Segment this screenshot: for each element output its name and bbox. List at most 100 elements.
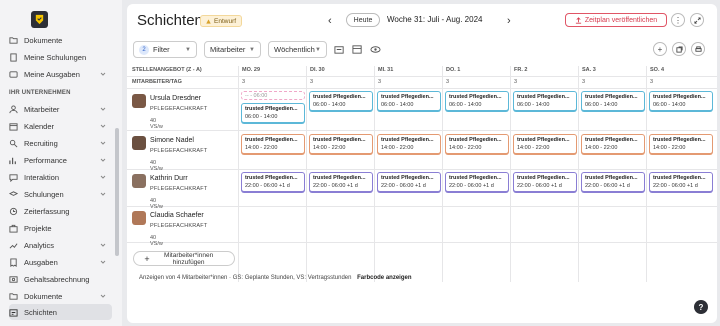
period-select[interactable]: Wöchentlich ▼ (268, 41, 327, 58)
chevron-left-icon[interactable]: ‹ (328, 15, 332, 27)
printer-icon (694, 45, 702, 52)
person-search-icon (9, 139, 18, 148)
today-button[interactable]: Heute (346, 13, 380, 27)
copy-week-icon[interactable] (334, 44, 345, 55)
question-icon: ? (698, 302, 704, 312)
filter-button[interactable]: 2 Filter ▼ (133, 41, 197, 58)
shift-title: trusted Pflegedien... (517, 94, 570, 100)
shift-card[interactable]: trusted Pflegedien... 22:00 - 06:00 +1 d (649, 172, 713, 192)
chevron-down-icon (100, 243, 106, 247)
sidebar-item-label: Dokumente (24, 35, 63, 45)
shift-card[interactable]: trusted Pflegedien... 06:00 - 14:00 (309, 91, 373, 111)
folder-icon (9, 292, 18, 301)
shift-card[interactable]: trusted Pflegedien... 14:00 - 22:00 (581, 134, 645, 154)
plus-icon: + (657, 44, 663, 54)
group-by-select[interactable]: Mitarbeiter ▼ (204, 41, 261, 58)
open-shift-placeholder[interactable]: -- - 06:00 (241, 91, 305, 100)
chevron-down-icon (100, 141, 106, 145)
sidebar-item-dokumente-personal[interactable]: Dokumente (9, 32, 112, 48)
sidebar-item-projekte[interactable]: Projekte (9, 220, 112, 236)
sidebar-item-meine-schulungen[interactable]: Meine Schulungen (9, 49, 112, 65)
chevron-down-icon (100, 72, 106, 76)
more-options-button[interactable]: ⋮ (671, 13, 685, 27)
sidebar-item-label: Dokumente (24, 291, 63, 301)
shift-time: 06:00 - 14:00 (313, 102, 346, 108)
add-shift-button[interactable]: + (653, 42, 667, 56)
sidebar-item-schulungen[interactable]: Schulungen (9, 186, 112, 202)
shift-card[interactable]: trusted Pflegedien... 22:00 - 06:00 +1 d (377, 172, 441, 192)
publish-label: Zeitplan veröffentlichen (584, 16, 658, 24)
shift-card[interactable]: trusted Pflegedien... 22:00 - 06:00 +1 d (445, 172, 509, 192)
sidebar-item-mitarbeiter[interactable]: Mitarbeiter (9, 101, 112, 117)
shift-card[interactable]: trusted Pflegedien... 14:00 - 22:00 (309, 134, 373, 154)
calendar-icon (9, 122, 18, 131)
app-logo[interactable] (31, 11, 48, 28)
sidebar-item-interaktion[interactable]: Interaktion (9, 169, 112, 185)
sidebar-item-analytics[interactable]: Analytics (9, 237, 112, 253)
chevron-down-icon: ▼ (249, 47, 255, 53)
app: Dokumente Meine Schulungen Meine Ausgabe… (0, 0, 720, 326)
shift-card[interactable]: trusted Pflegedien... 06:00 - 14:00 (377, 91, 441, 111)
shift-card[interactable]: trusted Pflegedien... 22:00 - 06:00 +1 d (581, 172, 645, 192)
sidebar-item-ausgaben[interactable]: Ausgaben (9, 254, 112, 270)
eye-icon[interactable] (370, 44, 381, 55)
help-button[interactable]: ? (694, 300, 708, 314)
shift-card[interactable]: trusted Pflegedien... 22:00 - 06:00 +1 d (309, 172, 373, 192)
employee-name: Claudia Schaefer (150, 212, 204, 219)
shift-card[interactable]: trusted Pflegedien... 14:00 - 22:00 (513, 134, 577, 154)
shift-card[interactable]: trusted Pflegedien... 06:00 - 14:00 (581, 91, 645, 111)
sidebar-item-zeiterfassung[interactable]: Zeiterfassung (9, 203, 112, 219)
sidebar-section-header: IHR UNTERNEHMEN (9, 90, 71, 96)
shift-time: 06:00 - 14:00 (381, 102, 414, 108)
shift-card[interactable]: trusted Pflegedien... 22:00 - 06:00 +1 d (241, 172, 305, 192)
shift-card[interactable]: trusted Pflegedien... 06:00 - 14:00 (513, 91, 577, 111)
employee-hours: 40 VS/w (150, 118, 163, 130)
print-button[interactable] (691, 42, 705, 56)
shift-title: trusted Pflegedien... (585, 175, 638, 181)
employee-name: Kathrin Durr (150, 175, 188, 182)
shift-card[interactable]: trusted Pflegedien... 14:00 - 22:00 (241, 134, 305, 154)
sidebar-item-performance[interactable]: Performance (9, 152, 112, 168)
status-badge: Entwurf (200, 15, 243, 27)
calendar-settings-icon[interactable] (352, 44, 363, 55)
shift-card[interactable]: trusted Pflegedien... 14:00 - 22:00 (377, 134, 441, 154)
sidebar-item-kalender[interactable]: Kalender (9, 118, 112, 134)
row-divider (127, 169, 717, 170)
chevron-down-icon: ▼ (185, 47, 191, 53)
footer-summary: Anzeigen von 4 Mitarbeiter*innen · GS: G… (139, 275, 352, 281)
sidebar-item-label: Performance (24, 155, 67, 165)
shift-card[interactable]: trusted Pflegedien... 06:00 - 14:00 (649, 91, 713, 111)
shift-time: 14:00 - 22:00 (245, 145, 278, 151)
filter-label: Filter (153, 45, 170, 54)
shift-card[interactable]: trusted Pflegedien... 22:00 - 06:00 +1 d (513, 172, 577, 192)
shift-card[interactable]: trusted Pflegedien... 14:00 - 22:00 (649, 134, 713, 154)
sidebar-item-dokumente[interactable]: Dokumente (9, 288, 112, 304)
shift-time: 06:00 - 14:00 (585, 102, 618, 108)
clock-icon (9, 207, 18, 216)
chevron-right-icon[interactable]: › (507, 15, 511, 27)
duplicate-button[interactable] (672, 42, 686, 56)
sidebar-item-label: Gehaltsabrechnung (24, 274, 90, 284)
main-panel: Schichten Entwurf ‹ Heute Woche 31: Juli… (127, 4, 717, 323)
shift-card[interactable]: trusted Pflegedien... 06:00 - 14:00 (445, 91, 509, 111)
sidebar-scrollbar[interactable] (115, 128, 119, 256)
sidebar: Dokumente Meine Schulungen Meine Ausgabe… (0, 0, 122, 326)
sidebar-item-schichten[interactable]: Schichten (9, 304, 112, 320)
color-code-link[interactable]: Farbcode anzeigen (357, 275, 411, 281)
sidebar-item-recruiting[interactable]: Recruiting (9, 135, 112, 151)
shift-title: trusted Pflegedien... (381, 137, 434, 143)
analytics-icon (9, 241, 18, 250)
sidebar-item-meine-ausgaben[interactable]: Meine Ausgaben (9, 66, 112, 82)
chevron-down-icon (100, 107, 106, 111)
sidebar-item-gehaltsabrechnung[interactable]: Gehaltsabrechnung (9, 271, 112, 287)
sidebar-item-label: Analytics (24, 240, 55, 250)
expand-button[interactable] (690, 13, 704, 27)
briefcase-icon (9, 224, 18, 233)
shift-time: 22:00 - 06:00 +1 d (517, 183, 562, 189)
shift-time: 22:00 - 06:00 +1 d (585, 183, 630, 189)
column-divider (646, 66, 647, 282)
shift-card[interactable]: trusted Pflegedien... 06:00 - 14:00 (241, 103, 305, 123)
add-employee-button[interactable]: + Mitarbeiter*innen hinzufügen (133, 251, 235, 266)
shift-card[interactable]: trusted Pflegedien... 14:00 - 22:00 (445, 134, 509, 154)
publish-schedule-button[interactable]: Zeitplan veröffentlichen (565, 13, 667, 27)
